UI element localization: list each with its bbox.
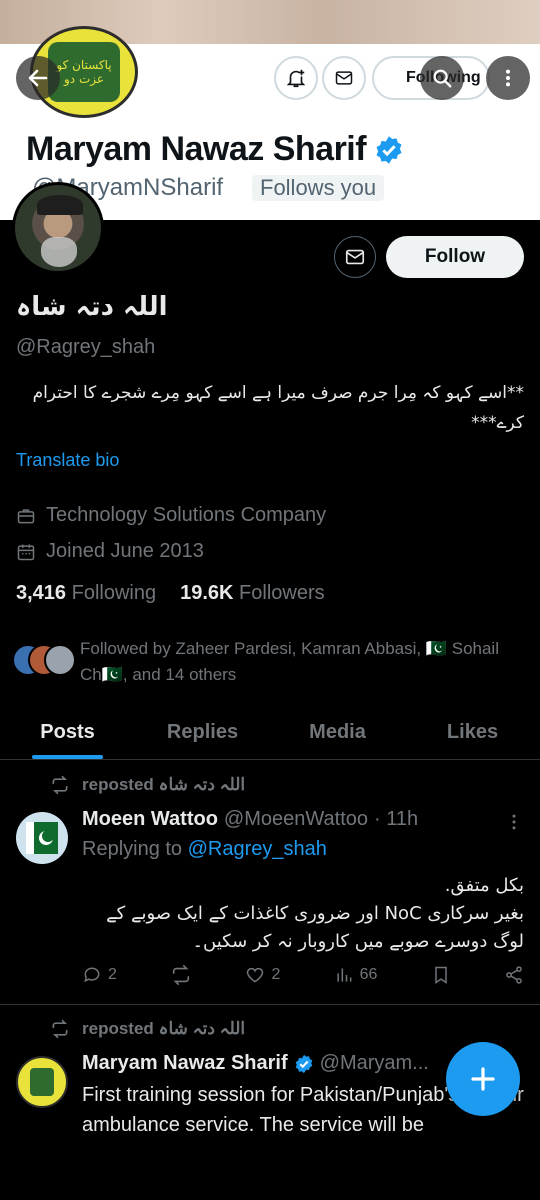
post-time: · 11h (374, 808, 419, 830)
post-author-handle: @Maryam... (319, 1052, 429, 1074)
pakistan-flag-icon (26, 822, 58, 854)
profile-work-text: Technology Solutions Company (46, 504, 327, 526)
compose-button[interactable] (446, 1042, 520, 1116)
post-author-avatar[interactable] (16, 812, 68, 864)
post-header: Maryam Nawaz Sharif @Maryam... (82, 1052, 429, 1075)
plus-icon (471, 1067, 495, 1091)
reply-count: 2 (108, 966, 117, 983)
post-divider (0, 1004, 540, 1005)
repost-icon (52, 775, 68, 794)
verified-badge-icon (295, 1054, 312, 1073)
envelope-icon (345, 249, 365, 265)
like-count: 2 (271, 966, 281, 983)
like-action[interactable]: 2 (245, 965, 280, 985)
post-author-handle: @MoeenWattoo (223, 808, 368, 830)
views-count: 66 (359, 966, 378, 983)
bookmark-action[interactable] (431, 965, 451, 985)
following-stat[interactable]: 3,416 Following (16, 582, 156, 605)
profile-joined-text: Joined June 2013 (46, 540, 204, 562)
cover-banner: پاکستان کو عزت دو Maryam Nawaz Sharif @M… (0, 0, 540, 220)
briefcase-icon (17, 508, 35, 523)
follow-button[interactable]: Follow (386, 236, 524, 278)
followed-by-avatars[interactable] (12, 644, 76, 678)
envelope-icon (335, 71, 353, 85)
repost-label: reposted اللہ دتہ شاہ (82, 775, 246, 794)
bookmark-icon (434, 966, 447, 984)
back-button[interactable] (16, 56, 60, 100)
share-action[interactable] (504, 965, 524, 985)
repost-icon (52, 1019, 68, 1038)
more-vertical-icon (505, 69, 511, 87)
profile-handle: @Ragrey_shah (16, 336, 156, 358)
profile-joined: Joined June 2013 (16, 540, 204, 563)
translate-bio-link[interactable]: Translate bio (16, 450, 119, 471)
profile-avatar[interactable] (12, 182, 104, 274)
post-author-name[interactable]: Maryam Nawaz Sharif (82, 1052, 288, 1075)
profile-work: Technology Solutions Company (16, 504, 326, 527)
repost-icon (173, 965, 190, 985)
profile-display-name: اللہ دتہ شاہ (16, 292, 168, 322)
repost-action[interactable] (170, 964, 192, 986)
follows-you-badge: Follows you (252, 175, 385, 201)
following-stat-label: Following (71, 582, 157, 604)
post-text: بکل متفق. بغیر سرکاری NoC اور ضروری کاغذ… (106, 875, 524, 952)
message-top-button[interactable] (322, 56, 366, 100)
message-button[interactable] (334, 236, 376, 278)
share-icon (506, 966, 522, 984)
tab-replies[interactable]: Replies (135, 706, 270, 759)
reply-icon (84, 967, 100, 983)
profile-bio: **اسے کہو کہ مِرا جرم صرف میرا ہے اسے کہ… (32, 383, 524, 433)
post-more-icon[interactable] (504, 812, 524, 832)
notifications-button[interactable] (274, 56, 318, 100)
cover-name-text: Maryam Nawaz Sharif (26, 130, 367, 168)
profile-stats: 3,416 Following 19.6K Followers (16, 582, 325, 605)
repost-indicator: reposted اللہ دتہ شاہ (50, 1018, 245, 1039)
search-icon (433, 69, 452, 88)
follower-avatar (44, 644, 76, 676)
following-count: 3,416 (16, 582, 67, 604)
arrow-left-icon (28, 69, 48, 87)
tab-posts[interactable]: Posts (0, 706, 135, 759)
post-header: Moeen Wattoo @MoeenWattoo · 11h (82, 808, 418, 831)
post-author-name[interactable]: Moeen Wattoo (82, 808, 218, 831)
bell-plus-icon (286, 69, 306, 88)
followers-stat[interactable]: 19.6K Followers (180, 582, 325, 605)
verified-badge-icon (376, 135, 402, 164)
avatar-logo-mark (30, 1068, 54, 1096)
heart-icon (247, 967, 264, 983)
profile-tabs: Posts Replies Media Likes (0, 706, 540, 760)
reply-action[interactable]: 2 (82, 965, 117, 985)
search-button[interactable] (420, 56, 464, 100)
calendar-icon (17, 544, 35, 560)
repost-label: reposted اللہ دتہ شاہ (82, 1019, 246, 1038)
replying-to: Replying to @Ragrey_shah (82, 838, 327, 861)
tab-likes[interactable]: Likes (405, 706, 540, 759)
repost-indicator: reposted اللہ دتہ شاہ (50, 774, 245, 795)
followers-stat-label: Followers (239, 582, 325, 604)
followed-by-text[interactable]: Followed by Zaheer Pardesi, Kamran Abbas… (80, 636, 520, 688)
post-author-avatar[interactable] (16, 1056, 68, 1108)
replying-to-link[interactable]: @Ragrey_shah (188, 838, 327, 860)
avatar-beard (41, 237, 77, 267)
tab-media[interactable]: Media (270, 706, 405, 759)
views-action[interactable]: 66 (334, 965, 378, 985)
cover-profile-name: Maryam Nawaz Sharif (26, 130, 404, 169)
post-actions: 2 2 66 (82, 964, 524, 986)
views-chart-icon (337, 968, 352, 982)
avatar-hair (37, 195, 83, 215)
followers-count: 19.6K (180, 582, 234, 604)
replying-prefix: Replying to (82, 838, 183, 860)
more-options-button[interactable] (486, 56, 530, 100)
